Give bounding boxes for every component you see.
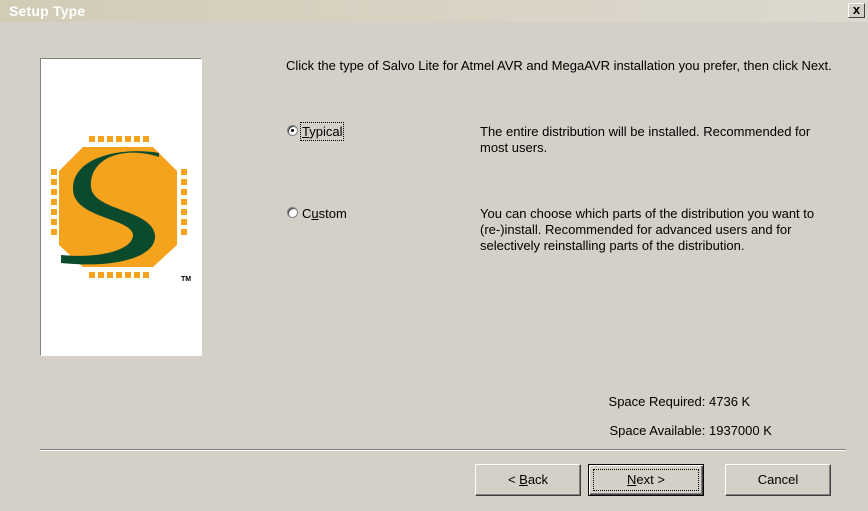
typical-radio[interactable]	[287, 125, 298, 136]
button-separator	[40, 449, 846, 451]
custom-label[interactable]: Custom	[302, 206, 347, 221]
radio-selected-dot	[291, 129, 294, 132]
custom-description: You can choose which parts of the distri…	[480, 206, 815, 253]
setup-type-dialog: Setup Type x TM Click the type of Salvo …	[0, 0, 868, 511]
salvo-logo-image: TM	[51, 136, 191, 283]
space-available-value: 1937000 K	[709, 423, 772, 438]
title-bar[interactable]: Setup Type x	[0, 0, 868, 22]
salvo-logo-panel: TM	[40, 58, 202, 356]
space-required-value: 4736 K	[709, 394, 751, 409]
trademark-mark: TM	[181, 276, 191, 283]
back-button[interactable]: < Back	[475, 464, 581, 496]
custom-radio[interactable]	[287, 207, 298, 218]
cancel-button[interactable]: Cancel	[725, 464, 831, 496]
next-button[interactable]: Next >	[588, 464, 704, 496]
close-button[interactable]: x	[848, 3, 865, 18]
close-icon: x	[852, 2, 861, 17]
typical-description: The entire distribution will be installe…	[480, 124, 811, 155]
space-available-label: Space Available:	[609, 423, 706, 438]
space-required: Space Required: 4736 K	[609, 394, 785, 409]
space-available: Space Available: 1937000 K	[609, 423, 785, 438]
instruction-text: Click the type of Salvo Lite for Atmel A…	[286, 58, 832, 73]
space-required-label: Space Required:	[608, 394, 706, 409]
window-title: Setup Type	[9, 3, 86, 19]
typical-label[interactable]: Typical	[299, 122, 345, 141]
